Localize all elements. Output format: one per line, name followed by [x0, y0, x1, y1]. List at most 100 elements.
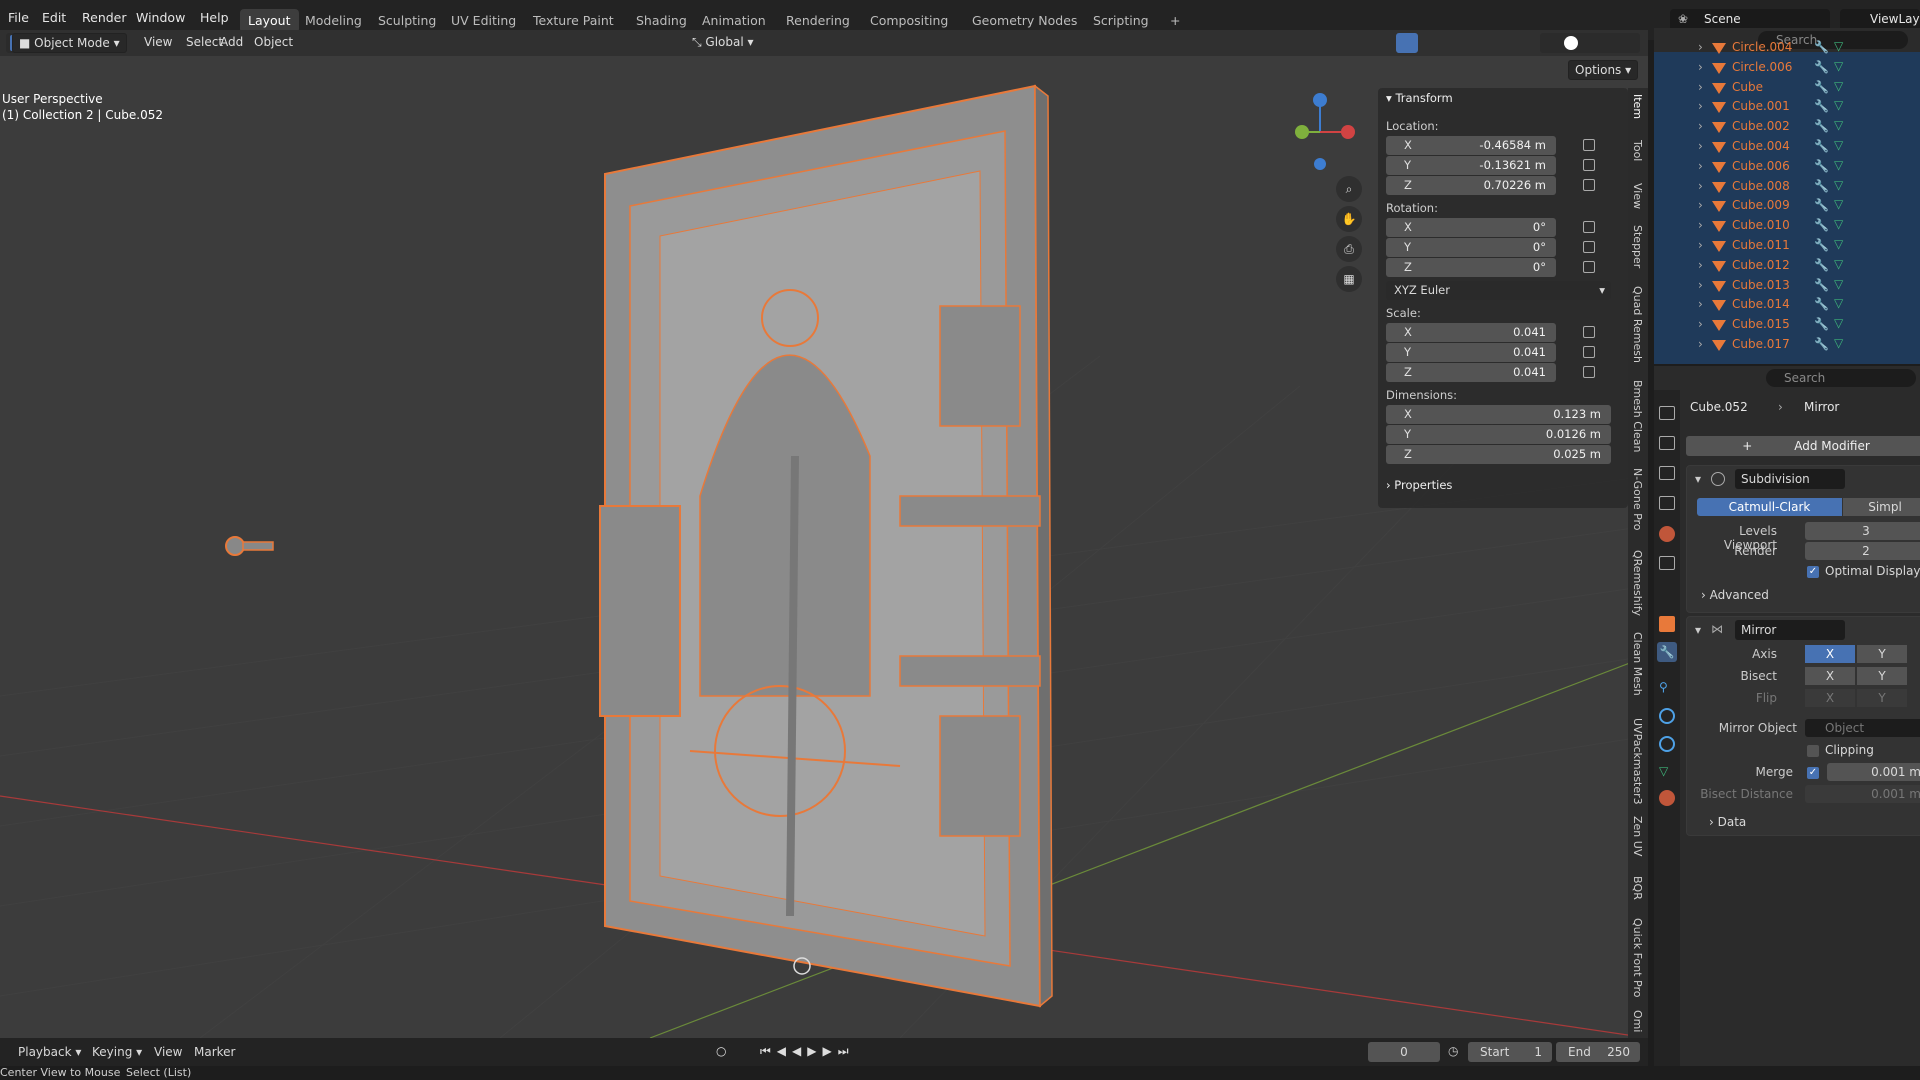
mesh-data-icon[interactable]: ▽ [1834, 39, 1843, 53]
zoom-icon[interactable]: ⌕ [1336, 176, 1362, 202]
rotation-y-field[interactable]: Y 0° [1386, 238, 1556, 257]
properties-search-input[interactable]: Search [1766, 369, 1916, 387]
tab-tool[interactable]: Tool [1631, 140, 1644, 161]
catmull-clark-button[interactable]: Catmull-Clark [1697, 498, 1842, 516]
current-frame-field[interactable]: 0 [1368, 1042, 1440, 1062]
chevron-right-icon[interactable]: › [1698, 258, 1703, 272]
location-y-field[interactable]: Y -0.13621 m [1386, 156, 1556, 175]
mesh-data-icon[interactable]: ▽ [1834, 217, 1843, 231]
mesh-data-icon[interactable]: ▽ [1834, 277, 1843, 291]
modifier-wrench-icon[interactable]: 🔧 [1814, 198, 1829, 212]
navigation-gizmo[interactable] [1295, 93, 1355, 170]
bisect-y-toggle[interactable]: Y [1857, 667, 1907, 685]
tool-icon[interactable] [1659, 406, 1675, 420]
mesh-data-icon[interactable]: ▽ [1834, 237, 1843, 251]
mesh-data-icon[interactable]: ▽ [1834, 257, 1843, 271]
keying-menu[interactable]: Keying ▾ [92, 1045, 142, 1059]
mesh-data-icon[interactable]: ▽ [1834, 79, 1843, 93]
outliner-item[interactable]: › Cube 🔧 ▽ [1654, 78, 1920, 98]
merge-distance-field[interactable]: 0.001 m [1827, 763, 1920, 781]
particles-icon[interactable]: ⚲ [1659, 680, 1675, 694]
door-object[interactable] [599, 84, 1053, 1008]
rotation-z-field[interactable]: Z 0° [1386, 258, 1556, 277]
mirror-name-field[interactable]: Mirror [1735, 620, 1845, 640]
physics-icon[interactable] [1659, 708, 1675, 724]
tab-quick-font-pro[interactable]: Quick Font Pro [1631, 918, 1644, 998]
chevron-right-icon[interactable]: › [1698, 198, 1703, 212]
clock-icon[interactable]: ◷ [1448, 1044, 1458, 1058]
start-frame-field[interactable]: Start 1 [1468, 1042, 1552, 1062]
menu-add[interactable]: Add [214, 33, 249, 53]
location-x-field[interactable]: X -0.46584 m [1386, 136, 1556, 155]
tab-qremeshify[interactable]: QRemeshify [1631, 550, 1644, 616]
marker-menu[interactable]: Marker [194, 1045, 235, 1059]
material-icon[interactable] [1659, 790, 1675, 806]
mesh-data-icon[interactable]: ▽ [1834, 296, 1843, 310]
axis-y-toggle[interactable]: Y [1857, 645, 1907, 663]
modifier-wrench-icon[interactable]: 🔧 [1814, 258, 1829, 272]
object-icon[interactable] [1659, 616, 1675, 632]
modifier-wrench-icon[interactable]: 🔧 [1814, 40, 1829, 54]
tab-quad-remesh[interactable]: Quad Remesh [1631, 286, 1644, 363]
modifier-wrench-icon[interactable]: 🔧 [1814, 337, 1829, 351]
view-layer-icon[interactable] [1659, 496, 1675, 510]
lock-icon[interactable] [1583, 346, 1595, 358]
modifier-wrench-icon[interactable]: 🔧 [1814, 238, 1829, 252]
render-levels-field[interactable]: 2 [1805, 542, 1920, 560]
lock-icon[interactable] [1583, 139, 1595, 151]
lock-icon[interactable] [1583, 241, 1595, 253]
modifier-wrench-icon[interactable]: 🔧 [1814, 278, 1829, 292]
world-icon[interactable] [1659, 526, 1675, 542]
lock-icon[interactable] [1583, 179, 1595, 191]
outliner-item[interactable]: › Cube.010 🔧 ▽ [1654, 216, 1920, 236]
scale-x-field[interactable]: X 0.041 [1386, 323, 1556, 342]
add-modifier-button[interactable]: + Add Modifier [1686, 436, 1920, 456]
modifier-wrench-icon[interactable]: 🔧 [1814, 119, 1829, 133]
levels-viewport-field[interactable]: 3 [1805, 522, 1920, 540]
mesh-data-icon[interactable]: ▽ [1834, 316, 1843, 330]
mesh-data-icon[interactable]: ▽ [1834, 98, 1843, 112]
modifier-wrench-icon[interactable]: 🔧 [1814, 60, 1829, 74]
mesh-data-icon[interactable]: ▽ [1834, 138, 1843, 152]
tab-uvpackmaster[interactable]: UVPackmaster3 [1631, 718, 1644, 805]
modifier-wrench-icon[interactable]: 🔧 [1814, 297, 1829, 311]
gizmo-toggle-icon[interactable] [1396, 33, 1418, 53]
chevron-right-icon[interactable]: › [1698, 60, 1703, 74]
outliner-item[interactable]: › Cube.002 🔧 ▽ [1654, 117, 1920, 137]
outliner[interactable]: › Circle.004 🔧 ▽ › Circle.006 🔧 ▽ › Cube 🔧 ▽ › Cube.0… [1654, 39, 1920, 364]
chevron-right-icon[interactable]: › [1698, 278, 1703, 292]
render-icon[interactable] [1659, 436, 1675, 450]
shading-mode-buttons[interactable] [1540, 33, 1640, 53]
chevron-right-icon[interactable]: › [1698, 179, 1703, 193]
menu-edit[interactable]: Edit [42, 10, 66, 25]
chevron-right-icon[interactable]: › [1698, 80, 1703, 94]
menu-window[interactable]: Window [136, 10, 185, 25]
output-icon[interactable] [1659, 466, 1675, 480]
chevron-right-icon[interactable]: › [1698, 159, 1703, 173]
rotation-x-field[interactable]: X 0° [1386, 218, 1556, 237]
ortho-grid-icon[interactable]: ▦ [1336, 266, 1362, 292]
modifier-wrench-icon[interactable]: 🔧 [1814, 179, 1829, 193]
playback-controls[interactable]: ⏮◀◀▶▶⏭ [760, 1044, 855, 1059]
tab-clean-mesh[interactable]: Clean Mesh [1631, 632, 1644, 696]
outliner-item[interactable]: › Cube.008 🔧 ▽ [1654, 177, 1920, 197]
advanced-section[interactable]: › Advanced [1701, 588, 1769, 602]
subdivision-name-field[interactable]: Subdivision [1735, 469, 1845, 489]
outliner-item[interactable]: › Cube.004 🔧 ▽ [1654, 137, 1920, 157]
tab-omi[interactable]: Omi [1631, 1010, 1644, 1032]
dimensions-y-field[interactable]: Y 0.0126 m [1386, 425, 1611, 444]
chevron-right-icon[interactable]: › [1698, 238, 1703, 252]
chevron-right-icon[interactable]: › [1698, 218, 1703, 232]
outliner-item[interactable]: › Cube.014 🔧 ▽ [1654, 295, 1920, 315]
outliner-item[interactable]: › Cube.011 🔧 ▽ [1654, 236, 1920, 256]
tab-bmesh-clean[interactable]: Bmesh Clean [1631, 380, 1644, 452]
outliner-item[interactable]: › Cube.013 🔧 ▽ [1654, 276, 1920, 296]
outliner-item[interactable]: › Circle.006 🔧 ▽ [1654, 58, 1920, 78]
properties-header[interactable]: › Properties [1386, 478, 1452, 492]
dimensions-x-field[interactable]: X 0.123 m [1386, 405, 1611, 424]
playback-menu[interactable]: Playback ▾ [18, 1045, 81, 1059]
tab-zen-uv[interactable]: Zen UV [1631, 816, 1644, 856]
mesh-data-icon[interactable]: ▽ [1834, 178, 1843, 192]
tab-bqr[interactable]: BQR [1631, 876, 1644, 900]
modifier-wrench-icon[interactable]: 🔧 [1814, 218, 1829, 232]
